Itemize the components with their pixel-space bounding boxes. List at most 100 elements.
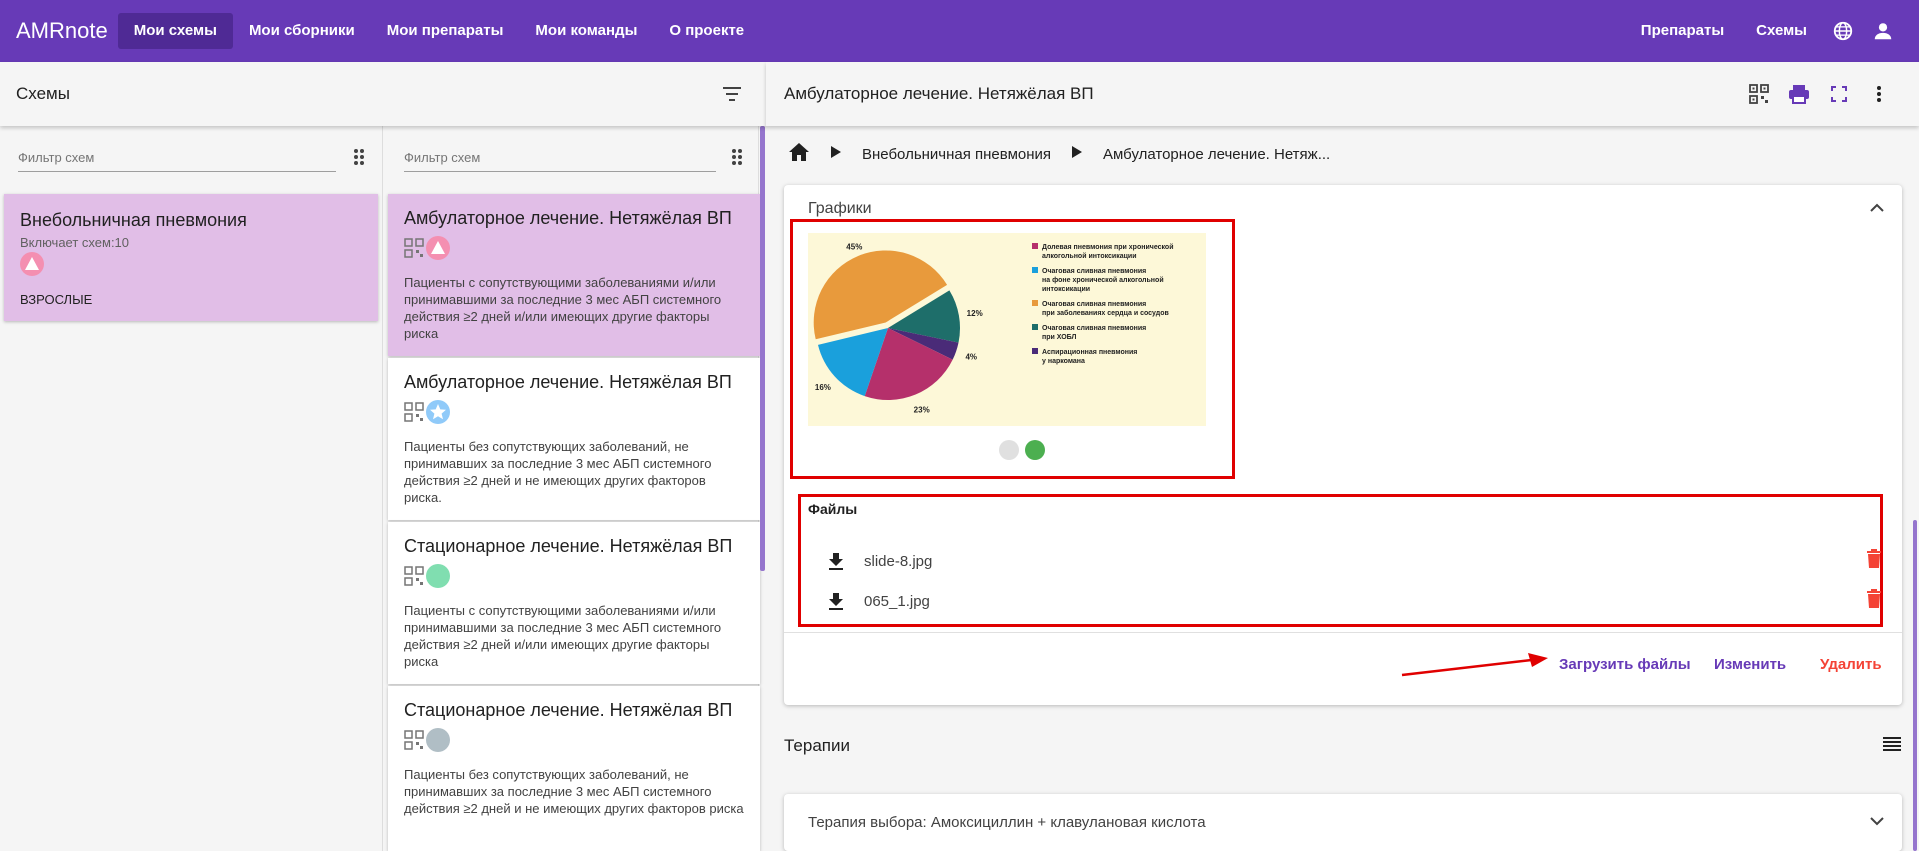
therapies-header: Терапии xyxy=(784,726,1902,766)
schemes-toolbar: Схемы xyxy=(0,62,766,126)
account-icon[interactable] xyxy=(1863,11,1903,51)
nav-about[interactable]: О проекте xyxy=(653,13,760,49)
drag-handle-icon[interactable] xyxy=(352,148,366,166)
file-name[interactable]: 065_1.jpg xyxy=(864,593,930,610)
nav-my-teams[interactable]: Мои команды xyxy=(519,13,653,49)
detail-title: Амбулаторное лечение. Нетяжёлая ВП xyxy=(784,84,1094,103)
legend-label: у наркомана xyxy=(1042,358,1085,365)
breadcrumb: Внебольничная пневмония Амбулаторное леч… xyxy=(788,140,1350,168)
graphics-title: Графики xyxy=(808,200,872,217)
globe-icon[interactable] xyxy=(1823,11,1863,51)
group-title: Внебольничная пневмония xyxy=(20,210,247,230)
schemes-column: Фильтр схем Амбулаторное лечение. Нетяжё… xyxy=(384,126,760,851)
schemes-scrollbar[interactable] xyxy=(760,126,765,571)
carousel-dot-active[interactable] xyxy=(1025,440,1045,460)
nav-schemes[interactable]: Схемы xyxy=(1740,13,1823,49)
filter-icon[interactable] xyxy=(718,74,746,114)
group-count: Включает схем:10 xyxy=(20,235,130,250)
file-name[interactable]: slide-8.jpg xyxy=(864,553,932,570)
detail-scrollbar[interactable] xyxy=(1913,520,1917,851)
pie-slice-label: 45% xyxy=(846,243,862,252)
scheme-description: Пациенты с сопутствующими заболеваниями … xyxy=(404,275,722,341)
file-row: 065_1.jpg xyxy=(808,586,1888,616)
breadcrumb-separator-icon xyxy=(830,145,842,163)
qr-code-icon[interactable] xyxy=(404,402,424,422)
legend-label: Долевая пневмония при хронической xyxy=(1042,243,1174,251)
home-icon[interactable] xyxy=(788,142,810,166)
qr-code-icon[interactable] xyxy=(404,238,424,258)
pie-slice-label: 12% xyxy=(967,309,983,318)
files-label: Файлы xyxy=(808,501,858,517)
scheme-card[interactable]: Амбулаторное лечение. Нетяжёлая ВП Пацие… xyxy=(388,358,760,520)
nav-my-drugs[interactable]: Мои препараты xyxy=(371,13,520,49)
scheme-description: Пациенты без сопутствующих заболеваний, … xyxy=(404,767,744,816)
legend-swatch xyxy=(1032,243,1038,249)
circle-badge-icon xyxy=(426,564,450,588)
scheme-card[interactable]: Амбулаторное лечение. Нетяжёлая ВП Пацие… xyxy=(388,194,760,356)
groups-filter-input[interactable]: Фильтр схем xyxy=(18,146,336,172)
scheme-description: Пациенты без сопутствующих заболеваний, … xyxy=(404,439,712,505)
breadcrumb-item[interactable]: Внебольничная пневмония xyxy=(862,146,1051,163)
pie-chart: 12% 4% 23% 16% 45% Долевая пневмония при хрон… xyxy=(813,243,1174,414)
scheme-card[interactable]: Стационарное лечение. Нетяжёлая ВП Пацие… xyxy=(388,522,760,684)
legend-label: на фоне хронической алкогольной xyxy=(1042,276,1164,284)
breadcrumb-item[interactable]: Амбулаторное лечение. Нетяж... xyxy=(1103,146,1330,163)
scheme-title: Амбулаторное лечение. Нетяжёлая ВП xyxy=(404,208,732,228)
legend-label: Очаговая сливная пневмония xyxy=(1042,301,1146,308)
detail-body: Внебольничная пневмония Амбулаторное леч… xyxy=(766,126,1919,851)
more-vert-icon[interactable] xyxy=(1859,74,1899,114)
legend-label: Очаговая сливная пневмония xyxy=(1042,268,1146,275)
circle-badge-icon xyxy=(426,728,450,752)
list-icon[interactable] xyxy=(1882,736,1902,757)
drag-handle-icon[interactable] xyxy=(730,148,744,166)
delete-icon[interactable] xyxy=(1866,589,1882,613)
legend-label: интоксикации xyxy=(1042,286,1090,293)
legend-label: при заболеваниях сердца и сосудов xyxy=(1042,309,1169,317)
print-icon[interactable] xyxy=(1779,74,1819,114)
detail-toolbar: Амбулаторное лечение. Нетяжёлая ВП xyxy=(766,62,1919,126)
nav-my-collections[interactable]: Мои сборники xyxy=(233,13,371,49)
qr-code-icon[interactable] xyxy=(404,566,424,586)
chart-image[interactable]: 12% 4% 23% 16% 45% Долевая пневмония при хрон… xyxy=(808,233,1206,426)
schemes-filter-input[interactable]: Фильтр схем xyxy=(404,146,716,172)
breadcrumb-separator-icon xyxy=(1071,145,1083,163)
carousel-dot[interactable] xyxy=(999,440,1019,460)
group-card[interactable]: Внебольничная пневмония Включает схем:10… xyxy=(4,194,378,321)
chevron-up-icon[interactable] xyxy=(1866,197,1888,219)
upload-files-button[interactable]: Загрузить файлы xyxy=(1559,656,1691,673)
edit-button[interactable]: Изменить xyxy=(1714,656,1786,673)
legend-swatch xyxy=(1032,324,1038,330)
qr-code-icon[interactable] xyxy=(404,730,424,750)
scheme-description: Пациенты с сопутствующими заболеваниями … xyxy=(404,603,722,669)
group-tag: ВЗРОСЛЫЕ xyxy=(20,292,93,307)
warning-badge-icon xyxy=(426,236,450,260)
pie-slice-label: 4% xyxy=(965,352,977,361)
fullscreen-icon[interactable] xyxy=(1819,74,1859,114)
scheme-title: Стационарное лечение. Нетяжёлая ВП xyxy=(404,700,733,720)
graphics-panel: Графики 12% 4% 23% 16% 45% Долевая пневмония … xyxy=(784,185,1902,705)
download-icon[interactable] xyxy=(816,592,856,610)
top-app-bar: AMRnote Мои схемы Мои сборники Мои препа… xyxy=(0,0,1919,62)
panel-divider xyxy=(784,632,1902,633)
therapy-title: Терапия выбора: Амоксициллин + клавулано… xyxy=(808,814,1206,831)
legend-label: Аспирационная пневмония xyxy=(1042,349,1137,356)
legend-swatch xyxy=(1032,267,1038,273)
legend-swatch xyxy=(1032,348,1038,354)
schemes-title: Схемы xyxy=(16,84,70,103)
scheme-card[interactable]: Стационарное лечение. Нетяжёлая ВП Пацие… xyxy=(388,686,760,851)
nav-drugs[interactable]: Препараты xyxy=(1625,13,1740,49)
nav-my-schemes[interactable]: Мои схемы xyxy=(117,13,233,49)
delete-icon[interactable] xyxy=(1866,549,1882,573)
download-icon[interactable] xyxy=(816,552,856,570)
file-row: slide-8.jpg xyxy=(808,546,1888,576)
legend-label: Очаговая сливная пневмония xyxy=(1042,325,1146,332)
therapies-title: Терапии xyxy=(784,736,850,755)
qr-code-icon[interactable] xyxy=(1739,74,1779,114)
chevron-down-icon[interactable] xyxy=(1866,810,1888,837)
therapy-item[interactable]: Терапия выбора: Амоксициллин + клавулано… xyxy=(784,794,1902,851)
app-brand[interactable]: AMRnote xyxy=(16,18,108,44)
scheme-title: Амбулаторное лечение. Нетяжёлая ВП xyxy=(404,372,732,392)
legend-swatch xyxy=(1032,300,1038,306)
scheme-title: Стационарное лечение. Нетяжёлая ВП xyxy=(404,536,733,556)
delete-button[interactable]: Удалить xyxy=(1820,656,1882,673)
